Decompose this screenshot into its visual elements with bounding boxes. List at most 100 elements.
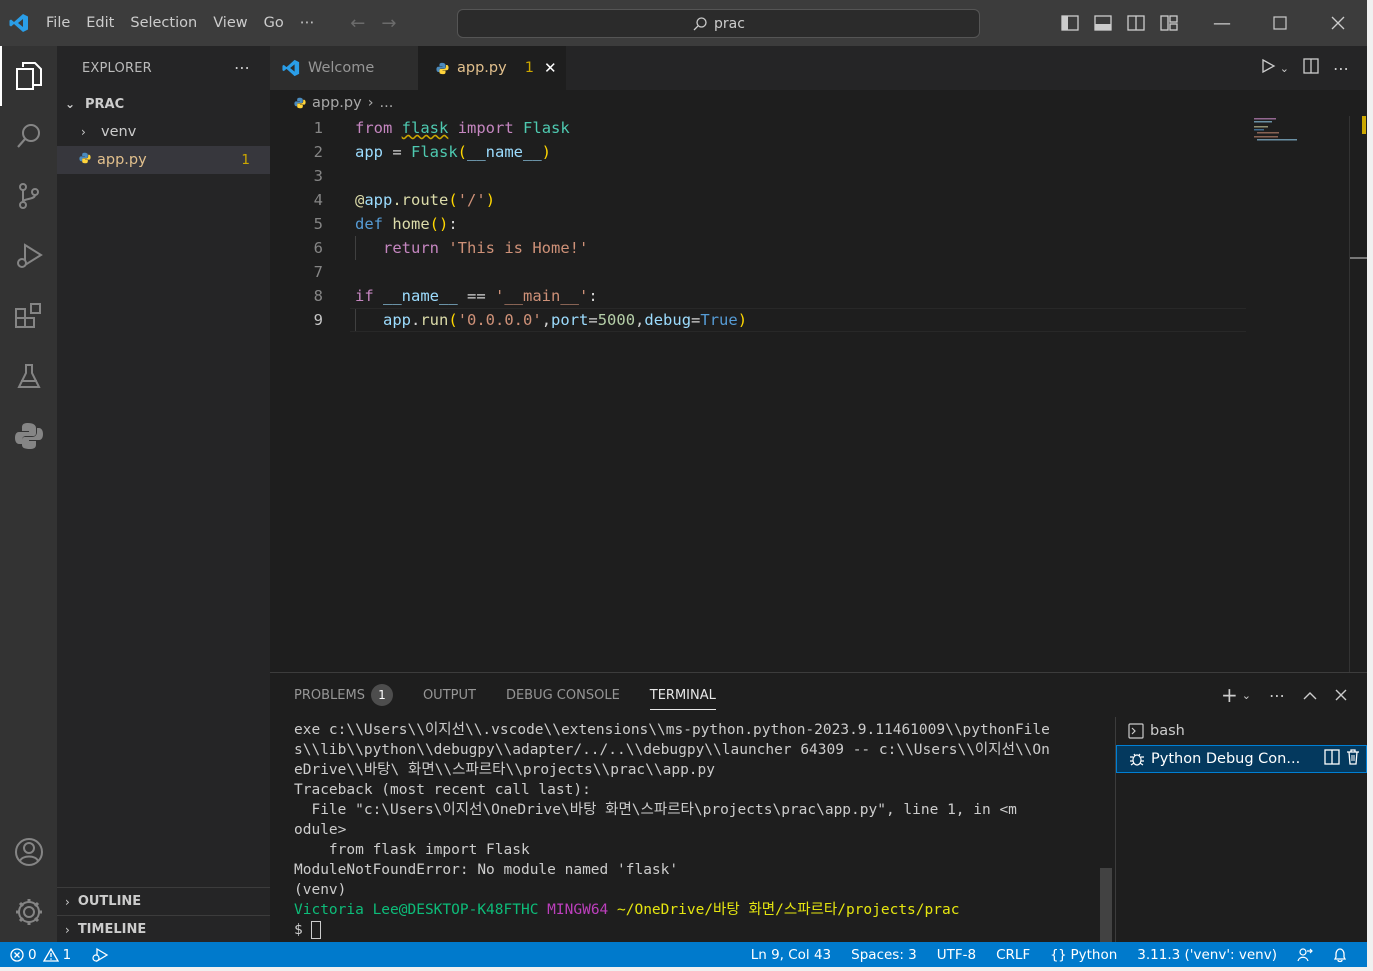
code-line-current: 9 app.run('0.0.0.0',port=5000,debug=True… bbox=[270, 308, 1367, 332]
maximize-panel-icon[interactable] bbox=[1303, 686, 1317, 705]
forward-arrow-icon[interactable]: → bbox=[373, 13, 404, 34]
encoding[interactable]: UTF-8 bbox=[927, 942, 986, 967]
accounts-icon[interactable] bbox=[0, 822, 57, 882]
status-bar: 0 1 Ln 9, Col 43 Spaces: 3 UTF-8 CRLF {}… bbox=[0, 942, 1367, 967]
tab-output[interactable]: OUTPUT bbox=[423, 688, 476, 703]
folder-label: PRAC bbox=[85, 96, 125, 112]
folder-prac[interactable]: ⌄ PRAC bbox=[57, 90, 270, 118]
manage-gear-icon[interactable] bbox=[0, 882, 57, 942]
terminal-line: (venv) bbox=[294, 882, 347, 898]
new-terminal-icon[interactable]: + bbox=[1221, 683, 1238, 707]
code-line: 2 app = Flask(__name__) bbox=[270, 140, 1367, 164]
breadcrumb-file[interactable]: app.py bbox=[312, 95, 362, 111]
run-and-debug-icon[interactable] bbox=[0, 226, 57, 286]
menu-go[interactable]: Go bbox=[256, 0, 292, 46]
error-icon bbox=[10, 947, 24, 962]
terminal-name: bash bbox=[1150, 723, 1185, 739]
testing-icon[interactable] bbox=[0, 346, 57, 406]
explorer-icon[interactable] bbox=[0, 46, 57, 106]
command-center-search[interactable]: prac bbox=[457, 9, 980, 38]
outline-section[interactable]: › OUTLINE bbox=[57, 887, 270, 915]
end-of-line[interactable]: CRLF bbox=[986, 942, 1040, 967]
terminal-item-python-debug[interactable]: Python Debug Con... bbox=[1116, 745, 1367, 773]
line-number: 5 bbox=[313, 215, 323, 233]
close-window-button[interactable] bbox=[1309, 0, 1367, 46]
language-mode[interactable]: {} Python bbox=[1040, 942, 1127, 967]
extensions-icon[interactable] bbox=[0, 286, 57, 346]
code-text: @app.route('/') bbox=[355, 191, 496, 209]
search-icon[interactable] bbox=[0, 106, 57, 166]
code-text: from flask import Flask bbox=[355, 119, 570, 137]
terminal-icon bbox=[1128, 723, 1144, 739]
close-panel-icon[interactable] bbox=[1335, 686, 1347, 705]
editor-scrollbar[interactable] bbox=[1349, 116, 1368, 672]
live-share-icon[interactable] bbox=[1287, 942, 1323, 967]
prompt-shell: MINGW64 bbox=[547, 902, 609, 918]
more-actions-icon[interactable]: ⋯ bbox=[1269, 686, 1285, 705]
minimize-button[interactable]: — bbox=[1193, 0, 1251, 46]
tree-item-venv[interactable]: › venv bbox=[57, 118, 270, 146]
chevron-down-icon[interactable]: ⌄ bbox=[1242, 689, 1251, 702]
maximize-button[interactable] bbox=[1251, 0, 1309, 46]
sidebar-more-icon[interactable]: ⋯ bbox=[234, 58, 250, 77]
code-text: app = Flask(__name__) bbox=[355, 143, 552, 161]
terminal-output[interactable]: exe c:\\Users\\이지선\\.vscode\\extensions\… bbox=[294, 720, 1094, 940]
chevron-down-icon: ⌄ bbox=[65, 97, 76, 111]
close-tab-icon[interactable]: ✕ bbox=[544, 59, 557, 77]
debug-status[interactable] bbox=[81, 942, 119, 967]
split-editor-icon[interactable] bbox=[1303, 58, 1319, 78]
problems-status[interactable]: 0 1 bbox=[0, 942, 81, 967]
menu-file[interactable]: File bbox=[38, 0, 78, 46]
menu-selection[interactable]: Selection bbox=[122, 0, 205, 46]
code-text: return 'This is Home!' bbox=[383, 239, 589, 257]
tree-item-app-py[interactable]: app.py 1 bbox=[57, 146, 270, 174]
code-line: 7 bbox=[270, 260, 1367, 284]
split-terminal-icon[interactable] bbox=[1324, 749, 1340, 769]
kill-terminal-trash-icon[interactable] bbox=[1346, 749, 1360, 769]
customize-layout-icon[interactable] bbox=[1152, 15, 1185, 31]
toggle-panel-icon[interactable] bbox=[1086, 15, 1119, 31]
code-line: 3 bbox=[270, 164, 1367, 188]
toggle-primary-sidebar-icon[interactable] bbox=[1053, 15, 1086, 31]
back-arrow-icon[interactable]: ← bbox=[342, 13, 373, 34]
tab-welcome[interactable]: Welcome bbox=[270, 46, 418, 90]
debug-run-icon bbox=[92, 947, 109, 962]
notifications-bell-icon[interactable] bbox=[1323, 942, 1357, 967]
tab-problem-badge: 1 bbox=[524, 60, 534, 76]
menu-view[interactable]: View bbox=[205, 0, 255, 46]
terminal-item-bash[interactable]: bash bbox=[1116, 717, 1367, 745]
tab-app-py[interactable]: app.py 1 ✕ bbox=[418, 46, 566, 90]
chevron-down-icon[interactable]: ⌄ bbox=[1280, 62, 1289, 75]
vscode-logo-icon bbox=[0, 0, 38, 46]
more-actions-icon[interactable]: ⋯ bbox=[1333, 59, 1349, 78]
problems-count-badge: 1 bbox=[370, 684, 393, 706]
language-label: Python bbox=[1070, 946, 1118, 963]
tab-terminal[interactable]: TERMINAL bbox=[649, 688, 716, 710]
chevron-right-icon: › bbox=[367, 95, 374, 111]
cursor-position[interactable]: Ln 9, Col 43 bbox=[741, 942, 841, 967]
python-file-icon bbox=[79, 152, 91, 168]
tab-problems[interactable]: PROBLEMS 1 bbox=[294, 684, 393, 706]
indentation[interactable]: Spaces: 3 bbox=[841, 942, 927, 967]
prompt-symbol: $ bbox=[294, 922, 303, 938]
tab-label: app.py bbox=[457, 60, 507, 76]
python-icon[interactable] bbox=[0, 406, 57, 466]
menu-edit[interactable]: Edit bbox=[78, 0, 122, 46]
run-python-file-icon[interactable] bbox=[1260, 58, 1276, 78]
terminal-line: ModuleNotFoundError: No module named 'fl… bbox=[294, 862, 679, 878]
cursor-marker bbox=[1350, 257, 1368, 259]
minimap[interactable] bbox=[1254, 116, 1354, 176]
toggle-secondary-sidebar-icon[interactable] bbox=[1119, 15, 1152, 31]
terminal-input-line[interactable]: $ bbox=[294, 920, 1094, 940]
code-editor[interactable]: 1 from flask import Flask 2 app = Flask(… bbox=[270, 116, 1367, 672]
error-count: 0 bbox=[28, 946, 37, 963]
menu-more[interactable]: ⋯ bbox=[292, 0, 323, 46]
tab-debug-console[interactable]: DEBUG CONSOLE bbox=[506, 688, 620, 703]
terminal-line: Traceback (most recent call last): bbox=[294, 782, 591, 798]
terminal-scrollbar[interactable] bbox=[1100, 868, 1112, 943]
source-control-icon[interactable] bbox=[0, 166, 57, 226]
python-interpreter[interactable]: 3.11.3 ('venv': venv) bbox=[1127, 942, 1287, 967]
breadcrumb-symbols[interactable]: ... bbox=[380, 95, 394, 111]
timeline-section[interactable]: › TIMELINE bbox=[57, 915, 270, 943]
terminal-line: eDrive\\바탕\ 화면\\스파르타\\projects\\prac\\ap… bbox=[294, 762, 715, 778]
